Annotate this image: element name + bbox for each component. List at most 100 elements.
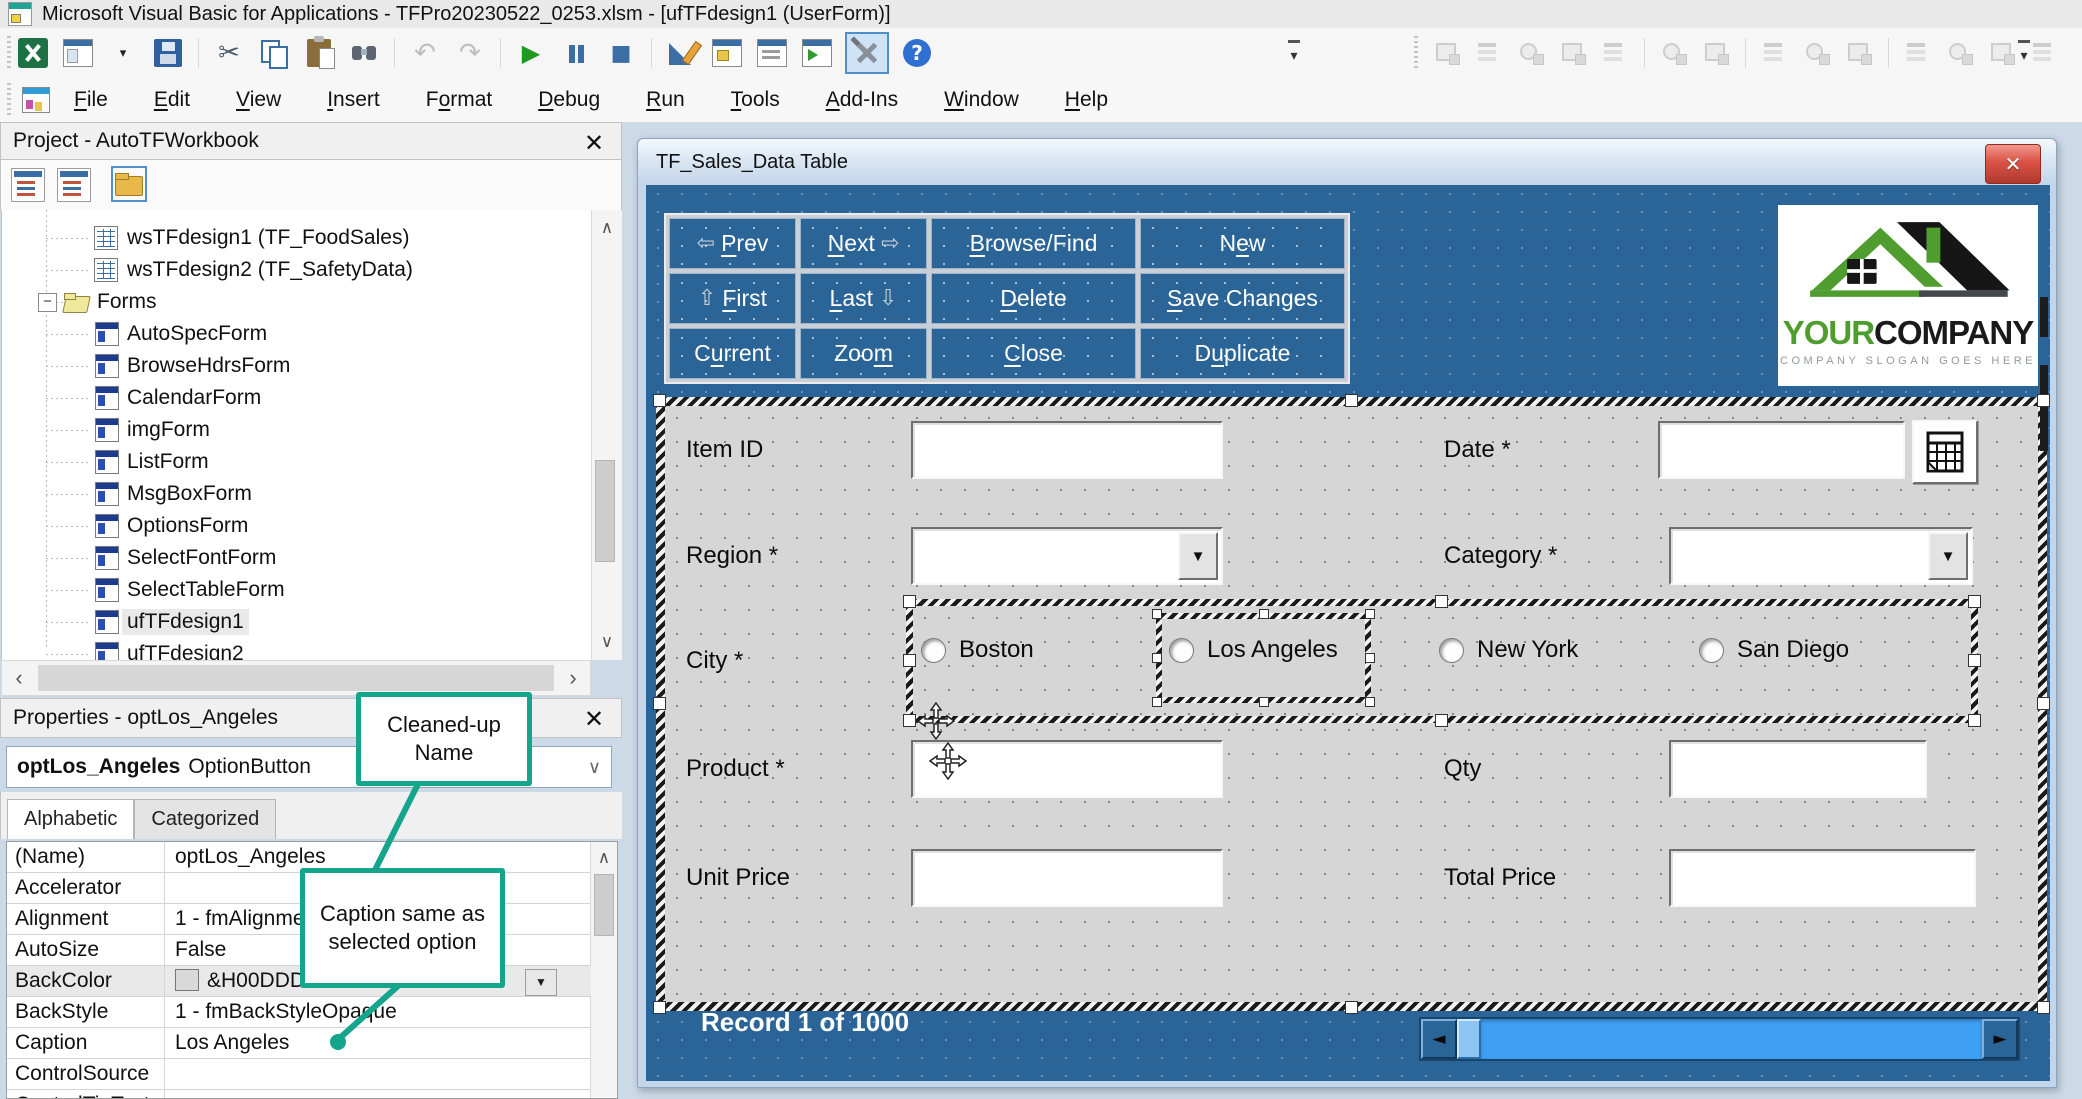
property-value[interactable] <box>165 1059 591 1089</box>
menu-insert[interactable]: Insert <box>321 84 386 116</box>
project-tree-hscrollbar[interactable]: ‹ › <box>1 660 591 696</box>
view-object-icon[interactable] <box>57 168 91 202</box>
tree-item-forms[interactable]: −Forms <box>2 286 588 318</box>
property-value[interactable]: Los Angeles <box>165 1028 591 1058</box>
copy-icon[interactable] <box>257 36 291 70</box>
undo-icon[interactable]: ↶ <box>408 36 442 70</box>
calendar-button[interactable] <box>1912 420 1978 484</box>
userform-titlebar[interactable]: TF_Sales_Data Table <box>638 139 2056 185</box>
tree-item-listform[interactable]: ListForm <box>2 446 588 478</box>
radio-circle-icon[interactable] <box>921 638 946 663</box>
scroll-down-icon[interactable]: ∨ <box>592 632 622 652</box>
tree-item-imgform[interactable]: imgForm <box>2 414 588 446</box>
toolbar-grip[interactable] <box>7 36 11 70</box>
properties-grid-vscrollbar[interactable]: ∧ <box>590 842 617 1098</box>
cut-icon[interactable]: ✂ <box>212 36 246 70</box>
group-icon[interactable] <box>1903 38 1933 68</box>
menu-help[interactable]: Help <box>1059 84 1114 116</box>
project-tree-vscrollbar[interactable]: ∧ ∨ <box>591 210 622 660</box>
nav-button-duplicate[interactable]: Duplicate <box>1140 328 1345 379</box>
menu-format[interactable]: Format <box>420 84 499 116</box>
align-text-icon[interactable] <box>1600 38 1630 68</box>
excel-icon[interactable] <box>16 36 50 70</box>
tab-alphabetic[interactable]: Alphabetic <box>7 799 134 839</box>
tab-categorized[interactable]: Categorized <box>134 799 276 839</box>
radio-circle-icon[interactable] <box>1169 638 1194 663</box>
align-lefts-icon[interactable] <box>1802 38 1832 68</box>
tree-item-msgboxform[interactable]: MsgBoxForm <box>2 478 588 510</box>
record-scrollbar[interactable]: ◄ ► <box>1419 1017 2020 1061</box>
send-to-back-icon[interactable] <box>1474 38 1504 68</box>
tree-expander-icon[interactable]: − <box>38 293 57 312</box>
menu-view[interactable]: View <box>230 84 287 116</box>
arrange-icon[interactable] <box>2029 38 2059 68</box>
nav-button-prev[interactable]: ⇦Prev <box>669 218 796 269</box>
nav-button-delete[interactable]: Delete <box>931 273 1136 324</box>
toolbar-grip-2[interactable] <box>1414 36 1418 70</box>
property-row-caption[interactable]: CaptionLos Angeles <box>7 1028 591 1059</box>
chevron-down-icon[interactable]: ∨ <box>588 757 601 778</box>
reset-icon[interactable]: ■ <box>604 36 638 70</box>
menu-tools[interactable]: Tools <box>725 84 786 116</box>
decrease-indent-icon[interactable] <box>1701 38 1731 68</box>
dropdown-arrow-icon[interactable]: ▼ <box>1178 532 1218 580</box>
property-row-controltiptext[interactable]: ControlTipText <box>7 1090 591 1099</box>
menu-run[interactable]: Run <box>640 84 691 116</box>
toolbar2-options-icon[interactable]: ▾ <box>2016 38 2032 68</box>
make-same-size-icon[interactable] <box>1987 38 2017 68</box>
property-dropdown-icon[interactable]: ▼ <box>525 969 557 996</box>
radio-circle-icon[interactable] <box>1439 638 1464 663</box>
move-forward-icon[interactable] <box>1516 38 1546 68</box>
nav-button-next[interactable]: Next⇨ <box>800 218 927 269</box>
break-icon[interactable] <box>559 36 593 70</box>
active-window-icon[interactable] <box>22 87 50 113</box>
qty-input[interactable] <box>1669 740 1927 798</box>
property-row-backstyle[interactable]: BackStyle1 - fmBackStyleOpaque <box>7 997 591 1028</box>
tree-item-selecttableform[interactable]: SelectTableForm <box>2 574 588 606</box>
run-icon[interactable]: ▶ <box>514 36 548 70</box>
increase-indent-icon[interactable] <box>1659 38 1689 68</box>
project-explorer-icon[interactable] <box>710 36 744 70</box>
dropdown-arrow-icon[interactable]: ▼ <box>1928 532 1968 580</box>
radio-sandiego[interactable]: San Diego <box>1699 636 1849 664</box>
save-icon[interactable] <box>151 36 185 70</box>
property-row-controlsource[interactable]: ControlSource <box>7 1059 591 1090</box>
nav-button-close[interactable]: Close <box>931 328 1136 379</box>
properties-close-icon[interactable]: ✕ <box>575 702 613 736</box>
item-id-input[interactable] <box>911 421 1223 479</box>
project-close-icon[interactable]: ✕ <box>575 126 613 160</box>
toolbar-options-icon[interactable]: ▾ <box>1286 38 1302 68</box>
tree-item-selectfontform[interactable]: SelectFontForm <box>2 542 588 574</box>
category-combobox[interactable]: ▼ <box>1669 527 1973 585</box>
nav-button-browsefind[interactable]: Browse/Find <box>931 218 1136 269</box>
object-browser-icon[interactable] <box>800 36 834 70</box>
find-icon[interactable] <box>347 36 381 70</box>
scroll-track[interactable] <box>1481 1019 1982 1059</box>
total-price-input[interactable] <box>1669 849 1976 907</box>
properties-window-icon[interactable] <box>755 36 789 70</box>
scroll-thumb[interactable] <box>1457 1019 1481 1059</box>
tree-item-calendarform[interactable]: CalendarForm <box>2 382 588 414</box>
date-input[interactable] <box>1658 421 1905 479</box>
toolbox-icon[interactable] <box>845 32 889 74</box>
scroll-thumb[interactable] <box>595 460 615 562</box>
nav-button-savechanges[interactable]: Save Changes <box>1140 273 1345 324</box>
tree-item-uftfdesign1[interactable]: ufTFdesign1 <box>2 606 588 638</box>
nav-button-current[interactable]: Current <box>669 328 796 379</box>
bring-to-front-icon[interactable] <box>1432 38 1462 68</box>
scroll-right-icon[interactable]: › <box>556 661 590 695</box>
design-mode-icon[interactable] <box>665 36 699 70</box>
nav-button-new[interactable]: New <box>1140 218 1345 269</box>
menu-window[interactable]: Window <box>938 84 1025 116</box>
ungroup-icon[interactable] <box>1945 38 1975 68</box>
nav-button-first[interactable]: ⇧First <box>669 273 796 324</box>
insert-userform-dropdown-icon[interactable]: ▾ <box>106 36 140 70</box>
tree-item-uftfdesign2[interactable]: ufTFdesign2 <box>2 638 588 660</box>
fields-frame-selection[interactable]: Item ID Date * <box>656 397 2047 1011</box>
tree-item-browsehdrsform[interactable]: BrowseHdrsForm <box>2 350 588 382</box>
menu-file[interactable]: File <box>68 84 114 116</box>
toggle-folders-icon[interactable] <box>113 168 145 200</box>
tree-item-wstfdesign2tfsafetydata[interactable]: wsTFdesign2 (TF_SafetyData) <box>2 254 588 286</box>
property-value[interactable] <box>165 1090 591 1099</box>
tree-item-optionsform[interactable]: OptionsForm <box>2 510 588 542</box>
